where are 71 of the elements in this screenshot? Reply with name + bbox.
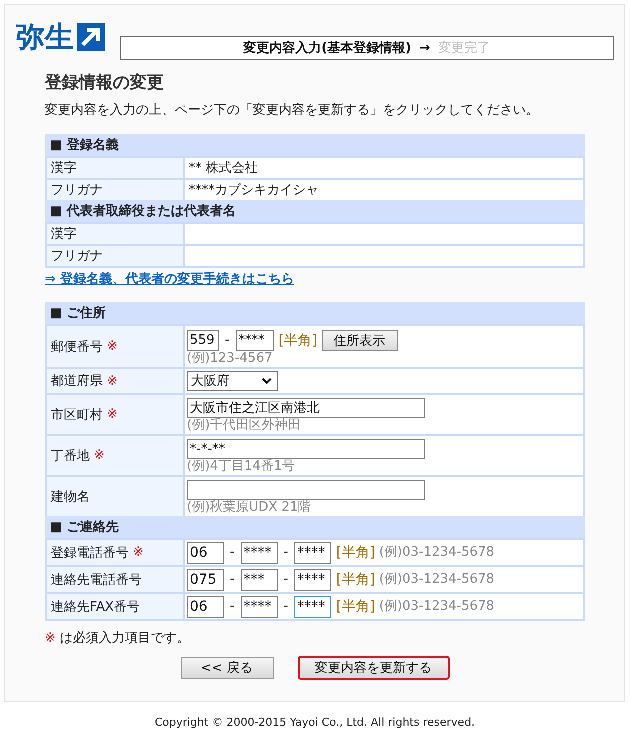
example-text: (例)123-4567 (187, 351, 274, 367)
step-label: 変更完了 (438, 40, 490, 57)
field-label: 漢字 (47, 224, 183, 244)
field-label: 漢字 (47, 158, 183, 178)
example-text: (例)03-1234-5678 (379, 598, 495, 614)
input-field[interactable]: 559 (187, 330, 219, 351)
format-hint: [半角] (336, 570, 376, 588)
input-field[interactable] (187, 480, 425, 500)
value-cell: ** 株式会社 (185, 158, 583, 178)
input-field[interactable]: 075 (187, 568, 224, 590)
copyright-text: Copyright © 2000-2015 Yayoi Co., Ltd. All rights reserved. (154, 715, 476, 731)
arrow-square-icon (77, 22, 105, 50)
field-label: 都道府県 (51, 373, 103, 390)
required-mark: ※ (133, 545, 144, 560)
required-mark: ※ (107, 374, 118, 388)
format-hint: [半角] (278, 332, 318, 350)
field-label: 建物名 (51, 488, 90, 506)
show-address-button[interactable]: 住所表示 (322, 330, 398, 351)
input-field[interactable]: 06 (187, 596, 224, 618)
input-field[interactable]: **** (294, 568, 332, 590)
input-field[interactable]: *** (240, 568, 278, 590)
field-label: フリガナ (47, 246, 183, 266)
hyphen-separator: - (284, 572, 288, 587)
hyphen-separator: - (284, 599, 288, 614)
section-header: ■ ご連絡先 (45, 516, 585, 538)
field-label: 市区町村 (51, 406, 103, 424)
section-header: ■ 登録名義 (45, 134, 585, 156)
example-text: (例)03-1234-5678 (379, 572, 495, 588)
section-header: ■ 代表者取締役または代表者名 (45, 200, 585, 222)
input-field[interactable]: **** (240, 542, 278, 564)
example-text: (例)03-1234-5678 (379, 544, 495, 560)
intro-text: 変更内容を入力の上、ページ下の「変更内容を更新する」をクリックしてください。 (45, 102, 540, 120)
input-field[interactable]: **** (294, 542, 332, 564)
step-arrow: → (419, 40, 430, 56)
change-procedure-link[interactable]: ⇒ 登録名義、代表者の変更手続きはこちら (45, 271, 294, 288)
step-label: 変更内容入力(基本登録情報) (244, 40, 412, 57)
required-mark: ※ (45, 631, 56, 646)
prefecture-select[interactable]: 大阪府 (187, 371, 278, 391)
form-button[interactable]: 変更内容を更新する (298, 656, 450, 680)
section-header: ■ ご住所 (45, 302, 585, 324)
hyphen-separator: - (230, 545, 235, 560)
example-text: (例)4丁目14番1号 (187, 459, 296, 475)
input-field[interactable]: 大阪市住之江区南港北 (187, 398, 425, 418)
input-field[interactable]: 06 (187, 542, 224, 564)
required-mark: ※ (94, 448, 105, 463)
logo-text: 弥生 (16, 20, 74, 54)
field-label: フリガナ (47, 180, 183, 200)
hyphen-separator: - (230, 572, 235, 587)
input-field[interactable]: **** (240, 596, 278, 618)
field-label: 丁番地 (51, 448, 90, 464)
required-mark: ※ (107, 339, 118, 354)
chevron-down-icon (262, 378, 272, 384)
form-button[interactable]: << 戻る (180, 657, 274, 679)
hyphen-separator: - (284, 545, 288, 560)
required-note-text: は必須入力項目です。 (60, 631, 190, 646)
value-cell: ****カブシキカイシャ (185, 180, 583, 200)
example-text: (例)秋葉原UDX 21階 (187, 500, 312, 516)
input-field[interactable]: **** (236, 330, 274, 351)
example-text: (例)千代田区外神田 (187, 418, 302, 434)
field-label: 連絡先FAX番号 (51, 598, 140, 616)
format-hint: [半角] (336, 598, 376, 616)
required-mark: ※ (107, 407, 118, 422)
input-field[interactable]: **** (294, 596, 332, 618)
hyphen-separator: - (230, 599, 235, 614)
hyphen-separator: - (225, 333, 230, 348)
field-label: 登録電話番号 (51, 544, 129, 562)
format-hint: [半角] (336, 544, 376, 562)
page-heading: 登録情報の変更 (45, 72, 164, 94)
input-field[interactable]: *-*-** (187, 439, 425, 459)
field-label: 連絡先電話番号 (51, 572, 142, 588)
field-label: 郵便番号 (51, 338, 103, 356)
